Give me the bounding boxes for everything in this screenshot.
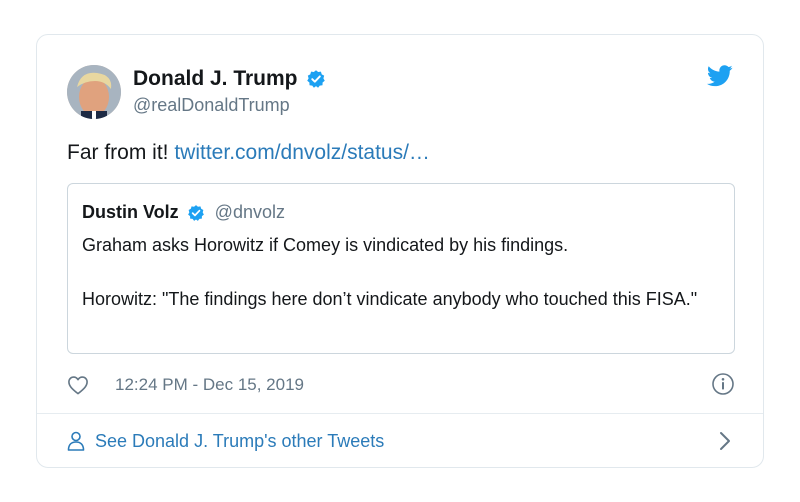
verified-badge-icon [306,70,325,88]
info-icon[interactable] [711,372,735,396]
author-display-name[interactable]: Donald J. Trump [133,67,298,91]
chevron-right-icon[interactable] [719,431,731,451]
quoted-tweet-header: Dustin Volz @dnvolz [82,202,285,223]
heart-icon[interactable] [67,375,89,395]
tweet-text-body: Far from it! [67,141,175,164]
quoted-author-handle: @dnvolz [214,202,285,222]
tweet-link[interactable]: twitter.com/dnvolz/status/… [174,141,430,164]
author-name-row[interactable]: Donald J. Trump [133,67,326,91]
other-tweets-label[interactable]: See Donald J. Trump's other Tweets [95,431,384,452]
quoted-tweet-body: Graham asks Horowitz if Comey is vindica… [82,235,698,309]
twitter-bird-icon[interactable] [707,65,733,87]
tweet-text: Far from it! twitter.com/dnvolz/status/… [67,141,430,165]
embedded-tweet-card: Donald J. Trump @realDonaldTrump Far fro… [36,34,764,468]
quoted-tweet[interactable]: Dustin Volz @dnvolz Graham asks Horowitz… [67,183,735,354]
tweet-timestamp[interactable]: 12:24 PM - Dec 15, 2019 [115,375,304,395]
quoted-author-name: Dustin Volz [82,202,179,222]
divider [37,413,763,414]
person-icon [67,431,85,451]
other-tweets-link[interactable]: See Donald J. Trump's other Tweets [67,427,735,455]
verified-badge-icon [187,204,204,221]
author-handle[interactable]: @realDonaldTrump [133,95,290,116]
tweet-meta: 12:24 PM - Dec 15, 2019 [67,371,735,399]
avatar[interactable] [67,65,121,119]
